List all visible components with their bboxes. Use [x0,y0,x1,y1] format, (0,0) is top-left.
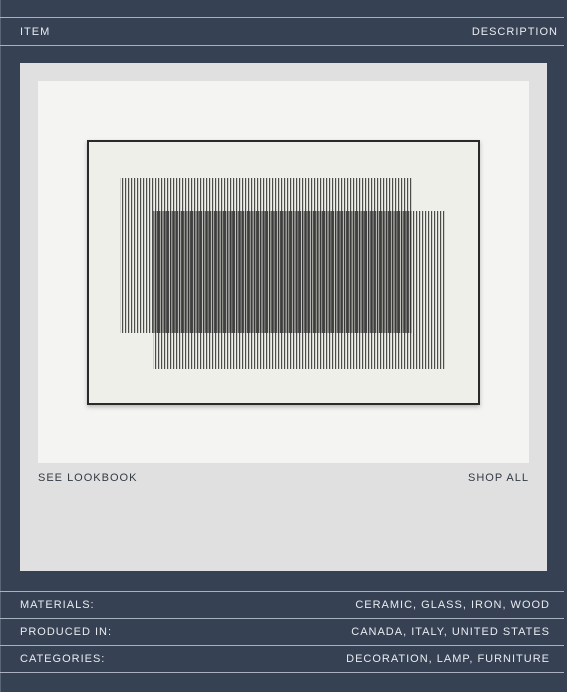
spec-value: DECORATION, LAMP, FURNITURE [346,653,550,665]
shop-all-link[interactable]: SHOP ALL [468,472,529,484]
spec-label: PRODUCED IN: [20,626,113,638]
spec-value: CERAMIC, GLASS, IRON, WOOD [355,599,550,611]
rug-illustration [87,140,480,405]
see-lookbook-link[interactable]: SEE LOOKBOOK [38,472,137,484]
divider [0,672,564,673]
spec-row-produced-in: PRODUCED IN: CANADA, ITALY, UNITED STATE… [20,619,550,645]
product-image[interactable] [38,81,529,463]
spec-label: CATEGORIES: [20,653,106,665]
product-card: SEE LOOKBOOK SHOP ALL [20,63,547,571]
item-column-header: ITEM [20,25,51,38]
divider [0,45,564,46]
spec-label: MATERIALS: [20,599,95,611]
spec-value: CANADA, ITALY, UNITED STATES [351,626,550,638]
description-column-header: DESCRIPTION [471,25,558,38]
card-links: SEE LOOKBOOK SHOP ALL [38,472,529,484]
table-header: ITEM DESCRIPTION [20,18,558,45]
spec-row-materials: MATERIALS: CERAMIC, GLASS, IRON, WOOD [20,592,550,618]
frame-edge [0,0,1,692]
spec-row-categories: CATEGORIES: DECORATION, LAMP, FURNITURE [20,646,550,672]
